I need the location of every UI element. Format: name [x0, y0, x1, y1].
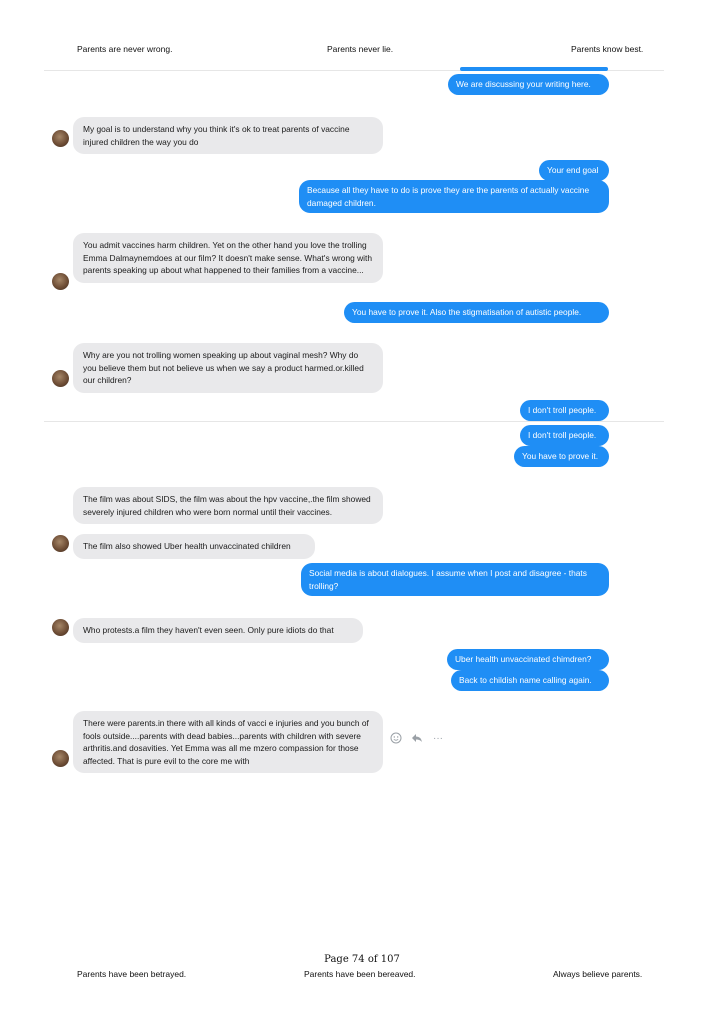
avatar — [52, 273, 69, 290]
avatar — [52, 750, 69, 767]
more-dots-icon[interactable]: ··· — [433, 733, 443, 744]
message-outgoing[interactable]: Uber health unvaccinated chimdren? — [447, 649, 609, 670]
reply-icon[interactable] — [411, 732, 423, 747]
message-incoming[interactable]: Why are you not trolling women speaking … — [73, 343, 383, 393]
smiley-icon[interactable] — [390, 732, 402, 747]
footer-right: Always believe parents. — [553, 969, 643, 979]
message-outgoing[interactable]: Back to childish name calling again. — [451, 670, 609, 691]
header-right: Parents know best. — [571, 44, 644, 54]
message-outgoing[interactable]: I don't troll people. — [520, 400, 609, 421]
message-incoming[interactable]: Who protests.a film they haven't even se… — [73, 618, 363, 643]
avatar — [52, 130, 69, 147]
avatar — [52, 370, 69, 387]
message-outgoing[interactable]: We are discussing your writing here. — [448, 74, 609, 95]
header-center: Parents never lie. — [327, 44, 394, 54]
page-number: Page 74 of 107 — [324, 954, 400, 965]
message-incoming[interactable]: My goal is to understand why you think i… — [73, 117, 383, 154]
header-left: Parents are never wrong. — [77, 44, 173, 54]
message-outgoing[interactable]: You have to prove it. — [514, 446, 609, 467]
avatar — [52, 535, 69, 552]
message-outgoing[interactable]: Because all they have to do is prove the… — [299, 180, 609, 213]
divider — [44, 421, 664, 422]
message-incoming[interactable]: The film was about SIDS, the film was ab… — [73, 487, 383, 524]
message-outgoing[interactable]: I don't troll people. — [520, 425, 609, 446]
message-incoming[interactable]: The film also showed Uber health unvacci… — [73, 534, 315, 559]
message-outgoing[interactable]: You have to prove it. Also the stigmatis… — [344, 302, 609, 323]
footer-center: Parents have been bereaved. — [304, 969, 416, 979]
message-incoming[interactable]: You admit vaccines harm children. Yet on… — [73, 233, 383, 283]
avatar — [52, 619, 69, 636]
message-outgoing[interactable]: Your end goal — [539, 160, 609, 181]
message-incoming[interactable]: There were parents.in there with all kin… — [73, 711, 383, 773]
footer-left: Parents have been betrayed. — [77, 969, 187, 979]
cropped-bubble — [460, 67, 608, 71]
message-outgoing[interactable]: Social media is about dialogues. I assum… — [301, 563, 609, 596]
